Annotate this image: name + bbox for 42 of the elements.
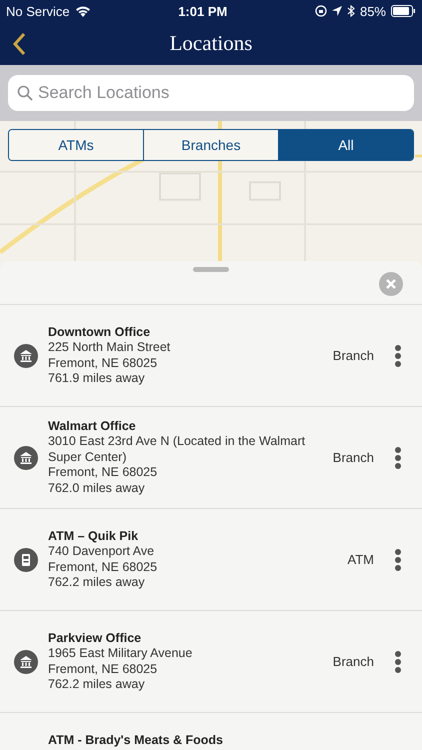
- location-type: Branch: [332, 450, 374, 465]
- more-options-icon[interactable]: [394, 344, 402, 368]
- city-text: Fremont, NE 68025: [48, 662, 158, 677]
- location-name: ATM – Quik Pik: [48, 528, 140, 544]
- address-text: 1965 East Military Avenue: [48, 646, 194, 662]
- rotation-lock-icon: [314, 5, 327, 17]
- address-text: 225 North Main Street: [48, 340, 172, 356]
- battery-icon: [391, 5, 416, 17]
- bank-icon: [14, 650, 38, 674]
- clock-text: 1:01 PM: [178, 4, 228, 18]
- city-text: Fremont, NE 68025: [48, 465, 158, 481]
- city-text: Fremont, NE 68025: [48, 560, 158, 575]
- location-name: Downtown Office: [48, 324, 152, 340]
- more-options-icon[interactable]: [394, 446, 402, 470]
- page-title: Locations: [170, 31, 252, 56]
- location-name: ATM - Brady's Meats & Foods: [48, 733, 224, 748]
- location-type: ATM: [348, 552, 374, 567]
- location-type: Branch: [332, 654, 374, 669]
- wifi-icon: [74, 5, 91, 17]
- more-options-icon[interactable]: [394, 650, 402, 674]
- address-text: 740 Davenport Ave: [48, 544, 156, 560]
- distance-text: 762.2 miles away: [48, 677, 146, 692]
- bank-icon: [14, 446, 38, 470]
- address-text: 3010 East 23rd Ave N (Located in the Walmart Super Center): [48, 434, 306, 466]
- filter-tab[interactable]: All: [278, 130, 413, 160]
- city-text: Fremont, NE 68025: [48, 356, 158, 371]
- location-name: Walmart Office: [48, 418, 137, 434]
- battery-text: 85%: [360, 4, 386, 18]
- distance-text: 762.0 miles away: [48, 480, 146, 496]
- drag-handle[interactable]: [193, 267, 229, 272]
- carrier-text: No Service: [6, 4, 70, 18]
- location-name: Parkview Office: [48, 630, 142, 646]
- search-field[interactable]: Search Locations: [8, 75, 414, 111]
- bank-icon: [14, 344, 38, 368]
- back-button[interactable]: [12, 32, 26, 56]
- atm-icon: [14, 548, 38, 572]
- location-type: Branch: [332, 348, 374, 363]
- distance-text: 761.9 miles away: [48, 371, 146, 386]
- more-options-icon[interactable]: [394, 548, 402, 572]
- bluetooth-icon: [346, 5, 355, 17]
- location-arrow-icon: [332, 6, 342, 16]
- distance-text: 762.2 miles away: [48, 575, 146, 590]
